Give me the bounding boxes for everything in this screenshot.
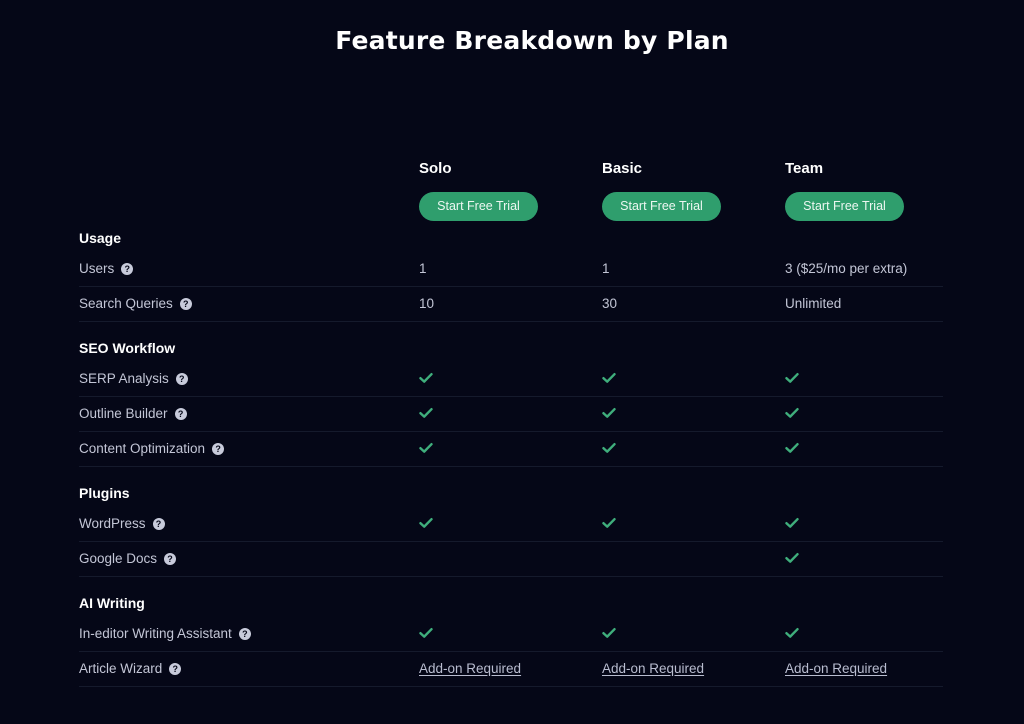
feature-row: Search Queries? 10 30 Unlimited — [79, 287, 943, 322]
feature-row: SERP Analysis? — [79, 362, 943, 397]
plan-value-text: 30 — [602, 296, 618, 311]
feature-label-text: In-editor Writing Assistant — [79, 626, 232, 641]
feature-label-text: Search Queries — [79, 296, 173, 311]
add-on-required-link[interactable]: Add-on Required — [419, 661, 521, 676]
check-icon — [419, 373, 433, 383]
plan-header-solo: Solo Start Free Trial — [419, 160, 579, 221]
feature-label: Search Queries? — [79, 287, 192, 321]
check-icon — [785, 518, 799, 528]
question-circle-icon[interactable]: ? — [238, 628, 251, 640]
check-icon — [785, 373, 799, 383]
feature-label-text: WordPress — [79, 516, 146, 531]
feature-row: WordPress? — [79, 507, 943, 542]
feature-label-text: Outline Builder — [79, 406, 168, 421]
start-free-trial-button-team[interactable]: Start Free Trial — [785, 192, 904, 221]
feature-label: Users? — [79, 252, 134, 286]
feature-label: Google Docs? — [79, 542, 177, 576]
plan-value-text: 10 — [419, 296, 435, 311]
plan-value-cell: 1 — [419, 252, 427, 286]
question-circle-icon[interactable]: ? — [121, 263, 134, 275]
section-title: Usage — [79, 230, 122, 246]
plan-value-cell: 3 ($25/mo per extra) — [785, 252, 907, 286]
feature-label-text: Content Optimization — [79, 441, 206, 456]
check-icon — [785, 553, 799, 563]
question-circle-icon[interactable]: ? — [152, 518, 165, 530]
check-icon — [785, 408, 799, 418]
question-circle-icon[interactable]: ? — [164, 553, 177, 565]
question-circle-icon[interactable]: ? — [212, 443, 225, 455]
plan-value-cell: Add-on Required — [419, 652, 521, 686]
check-icon — [602, 408, 616, 418]
plan-value-cell: Add-on Required — [602, 652, 704, 686]
section-title: AI Writing — [79, 595, 145, 611]
check-icon — [419, 443, 433, 453]
feature-label-text: Article Wizard — [79, 661, 163, 676]
feature-row: Content Optimization? — [79, 432, 943, 467]
plan-value-text: 1 — [602, 261, 610, 276]
plan-header-basic: Basic Start Free Trial — [602, 160, 762, 221]
plan-value-cell: Unlimited — [785, 287, 841, 321]
feature-label: Outline Builder? — [79, 397, 187, 431]
feature-row: Google Docs? — [79, 542, 943, 577]
check-icon — [419, 518, 433, 528]
feature-row: Outline Builder? — [79, 397, 943, 432]
check-icon — [419, 408, 433, 418]
plan-value-cell: 1 — [602, 252, 610, 286]
question-circle-icon[interactable]: ? — [175, 373, 188, 385]
check-icon — [785, 443, 799, 453]
feature-label-text: Users — [79, 261, 115, 276]
check-icon — [602, 518, 616, 528]
feature-comparison-table: Usage Users? 1 1 3 ($25/mo per extra) Search … — [79, 224, 943, 687]
feature-row: Users? 1 1 3 ($25/mo per extra) — [79, 252, 943, 287]
feature-label: SERP Analysis? — [79, 362, 188, 396]
plan-value-text: Unlimited — [785, 296, 842, 311]
add-on-required-link[interactable]: Add-on Required — [785, 661, 887, 676]
feature-label: WordPress? — [79, 507, 165, 541]
start-free-trial-button-basic[interactable]: Start Free Trial — [602, 192, 721, 221]
page-title: Feature Breakdown by Plan — [335, 26, 729, 55]
plan-value-text: 3 ($25/mo per extra) — [785, 261, 908, 276]
question-circle-icon[interactable]: ? — [169, 663, 182, 675]
plan-name: Team — [785, 160, 824, 177]
plan-value-cell: 10 — [419, 287, 434, 321]
feature-row: In-editor Writing Assistant? — [79, 617, 943, 652]
plan-name: Solo — [419, 160, 452, 177]
feature-label-text: SERP Analysis — [79, 371, 169, 386]
section-title: Plugins — [79, 485, 130, 501]
feature-row: Article Wizard? Add-on Required Add-on Req… — [79, 652, 943, 687]
plan-header-team: Team Start Free Trial — [785, 160, 945, 221]
question-circle-icon[interactable]: ? — [174, 408, 187, 420]
question-circle-icon[interactable]: ? — [179, 298, 192, 310]
plan-value-text: 1 — [419, 261, 427, 276]
check-icon — [419, 628, 433, 638]
check-icon — [602, 443, 616, 453]
start-free-trial-button-solo[interactable]: Start Free Trial — [419, 192, 538, 221]
feature-label-text: Google Docs — [79, 551, 158, 566]
add-on-required-link[interactable]: Add-on Required — [602, 661, 704, 676]
check-icon — [602, 628, 616, 638]
check-icon — [602, 373, 616, 383]
plan-value-cell: Add-on Required — [785, 652, 887, 686]
feature-label: Article Wizard? — [79, 652, 182, 686]
feature-label: Content Optimization? — [79, 432, 225, 466]
plan-value-cell: 30 — [602, 287, 617, 321]
section-title: SEO Workflow — [79, 340, 176, 356]
plan-name: Basic — [602, 160, 643, 177]
check-icon — [785, 628, 799, 638]
feature-label: In-editor Writing Assistant? — [79, 617, 251, 651]
